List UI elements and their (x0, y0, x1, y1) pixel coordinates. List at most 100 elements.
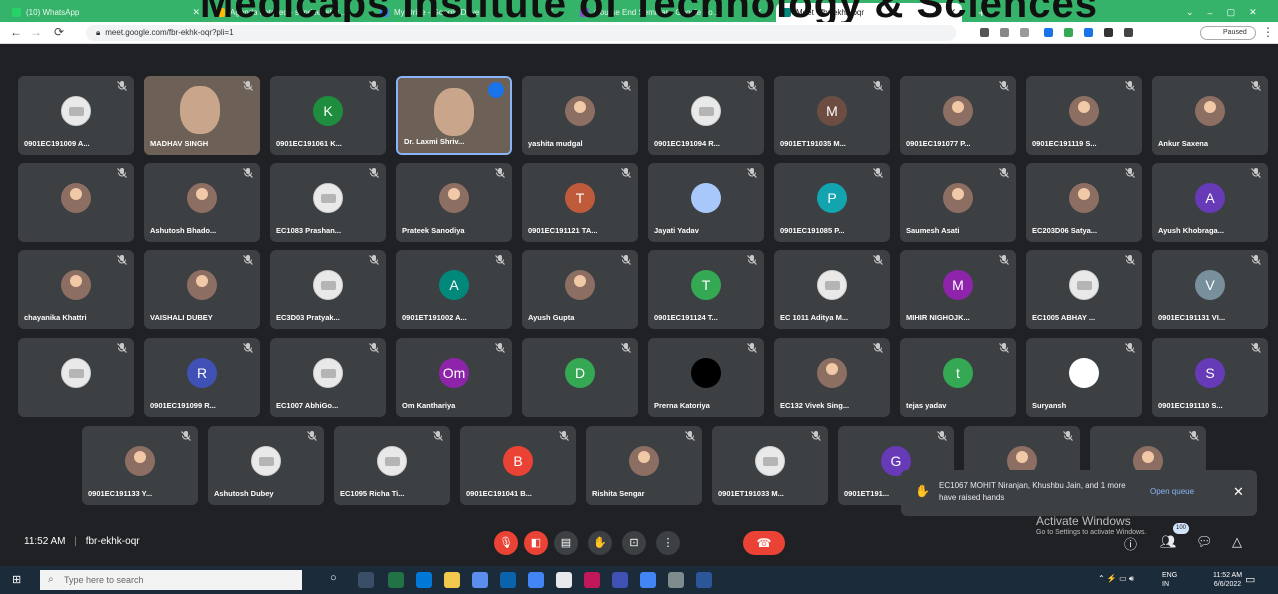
participant-tile[interactable]: S 0901EC191110 S... (1152, 338, 1268, 417)
participant-tile[interactable]: 0901ET191033 M... (712, 426, 828, 505)
bookmark-star-icon[interactable] (1020, 28, 1029, 37)
participant-tile[interactable]: A Ayush Khobraga... (1152, 163, 1268, 242)
participant-tile[interactable]: 0901EC191094 R... (648, 76, 764, 155)
participant-tile[interactable]: Ayush Gupta (522, 250, 638, 329)
tab-search-icon[interactable]: ⌄ (1186, 7, 1194, 18)
participant-tile[interactable]: EC1005 ABHAY ... (1026, 250, 1142, 329)
cortana-icon[interactable]: ○ (330, 572, 346, 588)
language-indicator[interactable]: ENG IN (1162, 571, 1177, 589)
participant-tile[interactable]: chayanika Khattri (18, 250, 134, 329)
participant-tile[interactable]: Om Om Kanthariya (396, 338, 512, 417)
photos-icon[interactable] (668, 572, 684, 588)
notification-icon[interactable]: ▭ (1245, 573, 1255, 586)
participant-tile[interactable]: Khushbu Jain (18, 163, 134, 242)
participant-tile[interactable]: Saumesh Asati (900, 163, 1016, 242)
participant-tile[interactable]: K 0901EC191061 K... (270, 76, 386, 155)
participant-tile[interactable]: Ankur Saxena (1152, 76, 1268, 155)
menu-icon[interactable]: ⋮ (1262, 25, 1274, 39)
chat-icon[interactable]: 💬︎ (1196, 534, 1213, 550)
info-icon[interactable]: ⓘ (1124, 534, 1137, 553)
participant-tile[interactable]: EC203D06 Satya... (1026, 163, 1142, 242)
participant-tile[interactable]: EC1007 AbhiGo... (270, 338, 386, 417)
participant-tile[interactable]: Prerna Katoriya (648, 338, 764, 417)
participant-tile[interactable]: Suryansh (1026, 338, 1142, 417)
calendar-icon[interactable] (472, 572, 488, 588)
participant-tile[interactable]: A 0901ET191002 A... (396, 250, 512, 329)
windows-start-icon[interactable]: ⊞ (12, 574, 24, 586)
profile-button[interactable]: Paused (1200, 26, 1256, 40)
participant-tile[interactable]: t tejas yadav (900, 338, 1016, 417)
more-options-button[interactable]: ⋮ (656, 531, 680, 555)
participant-tile[interactable]: EC132 Vivek Sing... (774, 338, 890, 417)
present-button[interactable]: ⊡ (622, 531, 646, 555)
taskbar-clock[interactable]: 11:52 AM 6/6/2022 (1213, 571, 1242, 589)
back-icon[interactable]: ← (10, 25, 22, 39)
participant-tile[interactable]: Dr. Laxmi Shriv... (396, 76, 512, 155)
participant-tile[interactable]: Prateek Sanodiya (396, 163, 512, 242)
maximize-icon[interactable]: ▢ (1227, 7, 1236, 18)
extension-icon[interactable] (1044, 28, 1053, 37)
chrome-icon[interactable] (528, 572, 544, 588)
participant-tile[interactable]: M 0901ET191035 M... (774, 76, 890, 155)
participant-tile[interactable]: D0901CM191... (522, 338, 638, 417)
participant-tile[interactable]: MADHAV SINGH (144, 76, 260, 155)
participant-tile[interactable]: Ashutosh Bhado... (144, 163, 260, 242)
participant-tile[interactable]: 0901EC191077 P... (900, 76, 1016, 155)
share-icon[interactable] (1000, 28, 1009, 37)
camera-icon[interactable] (980, 28, 989, 37)
participant-tile[interactable]: B 0901EC191041 B... (460, 426, 576, 505)
close-icon[interactable]: ✕ (186, 7, 200, 18)
people-icon[interactable]: 👥︎ (1160, 534, 1177, 550)
participant-tile[interactable]: 0901EC191119 S... (1026, 76, 1142, 155)
activities-icon[interactable]: △ (1232, 534, 1242, 550)
participant-tile[interactable]: EC1083 Prashan... (270, 163, 386, 242)
task-view-icon[interactable] (358, 572, 374, 588)
participant-tile[interactable]: yashita mudgal (522, 76, 638, 155)
app-icon[interactable] (612, 572, 628, 588)
reload-icon[interactable]: ⟳ (54, 25, 64, 39)
minimize-icon[interactable]: – (1208, 8, 1213, 18)
participant-tile[interactable]: 0901EC191133 Y... (82, 426, 198, 505)
url-field[interactable]: 🔒︎ meet.google.com/fbr-ekhk-oqr?pli=1 (86, 25, 956, 41)
meeting-details[interactable]: 11:52 AM | fbr-ekhk-oqr (24, 536, 140, 547)
word-icon[interactable] (696, 572, 712, 588)
participant-tile[interactable]: M MIHIR NIGHOJK... (900, 250, 1016, 329)
participant-tile[interactable]: EC3D03 Pratyak... (270, 250, 386, 329)
app-icon[interactable] (584, 572, 600, 588)
forward-icon[interactable]: → (30, 25, 42, 39)
open-queue-button[interactable]: Open queue (1150, 487, 1194, 496)
taskbar-search[interactable]: ⌕ Type here to search (40, 570, 302, 590)
notepad-icon[interactable] (556, 572, 572, 588)
sidebar-icon[interactable] (1124, 28, 1133, 37)
participant-tile[interactable]: R 0901EC191099 R... (144, 338, 260, 417)
puzzle-icon[interactable] (1104, 28, 1113, 37)
participant-tile[interactable]: EC 1011 Aditya M... (774, 250, 890, 329)
participant-tile[interactable]: Ashutosh Dubey (208, 426, 324, 505)
extension-icon[interactable] (1084, 28, 1093, 37)
close-icon[interactable]: ✕ (1233, 484, 1244, 500)
participant-tile[interactable]: V 0901EC191131 VI... (1152, 250, 1268, 329)
participant-tile[interactable]: T 0901EC191121 TA... (522, 163, 638, 242)
participant-tile[interactable]: EC1095 Richa Ti... (334, 426, 450, 505)
camera-off-button[interactable]: ◧ (524, 531, 548, 555)
edge-icon[interactable] (416, 572, 432, 588)
chrome-icon[interactable] (640, 572, 656, 588)
window-close-icon[interactable]: ✕ (1249, 7, 1257, 18)
raise-hand-button[interactable]: ✋ (588, 531, 612, 555)
excel-icon[interactable] (388, 572, 404, 588)
mail-icon[interactable] (500, 572, 516, 588)
participant-tile[interactable]: 0901EC191009 A... (18, 76, 134, 155)
participant-tile[interactable]: T 0901EC191124 T... (648, 250, 764, 329)
participant-tile[interactable]: Rishita Sengar (586, 426, 702, 505)
captions-button[interactable]: ▤ (554, 531, 578, 555)
participant-tile[interactable]: VAISHALI DUBEY (144, 250, 260, 329)
mic-off-button[interactable]: 🎙︎ (494, 531, 518, 555)
file-explorer-icon[interactable] (444, 572, 460, 588)
extension-icon[interactable] (1064, 28, 1073, 37)
end-call-button[interactable]: ☎ (743, 531, 785, 555)
participant-tile[interactable]: P 0901EC191085 P... (774, 163, 890, 242)
system-tray-icons[interactable]: ⌃ ⚡ ▭ 🔊︎ (1098, 574, 1134, 584)
participant-tile[interactable]: Jayati Yadav (648, 163, 764, 242)
browser-tab-whatsapp[interactable]: (10) WhatsApp ✕ (6, 3, 206, 22)
participant-tile[interactable]: EC1067 MO... (18, 338, 134, 417)
